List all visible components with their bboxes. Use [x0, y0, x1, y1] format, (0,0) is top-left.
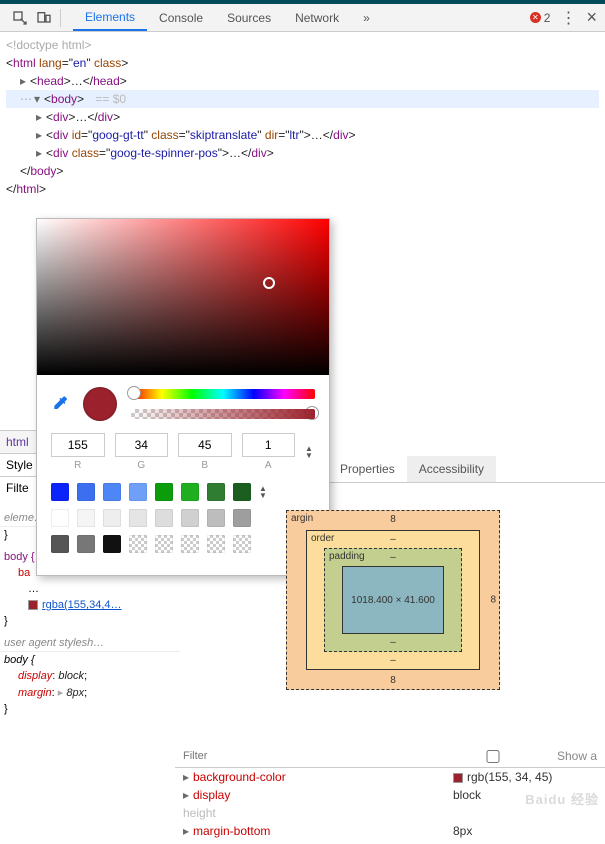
- palette-swatch[interactable]: [181, 483, 199, 501]
- palette-swatch[interactable]: [129, 509, 147, 527]
- html-open[interactable]: <html lang="en" class>: [6, 54, 599, 72]
- rule-ua: user agent stylesh…: [0, 635, 180, 652]
- close-icon[interactable]: ×: [586, 7, 597, 28]
- input-r[interactable]: [51, 433, 105, 457]
- html-close[interactable]: </html>: [6, 180, 599, 198]
- tab-console[interactable]: Console: [147, 4, 215, 31]
- tab-properties[interactable]: Properties: [328, 456, 407, 482]
- format-toggle[interactable]: ▲▼: [305, 445, 315, 459]
- saturation-cursor[interactable]: [263, 277, 275, 289]
- input-b[interactable]: [178, 433, 232, 457]
- palette-swatch[interactable]: [103, 483, 121, 501]
- error-icon: ✕: [530, 12, 541, 23]
- tab-accessibility[interactable]: Accessibility: [407, 456, 496, 482]
- palette-swatch[interactable]: [233, 535, 251, 553]
- palette-swatch[interactable]: [51, 509, 69, 527]
- palette-swatch[interactable]: [181, 509, 199, 527]
- tab-sources[interactable]: Sources: [215, 4, 283, 31]
- content-box[interactable]: 1018.400 × 41.600: [342, 566, 444, 634]
- computed-pane: Show a ▸background-colorrgb(155, 34, 45)…: [175, 745, 605, 840]
- current-color-swatch[interactable]: [83, 387, 117, 421]
- tab-elements[interactable]: Elements: [73, 4, 147, 31]
- palette-swatch[interactable]: [77, 483, 95, 501]
- palette-swatch[interactable]: [129, 483, 147, 501]
- computed-row[interactable]: height: [175, 804, 605, 822]
- alpha-slider[interactable]: [131, 409, 315, 419]
- devtools-tabs: Elements Console Sources Network »: [73, 4, 382, 31]
- palette-swatch[interactable]: [181, 535, 199, 553]
- tab-network[interactable]: Network: [283, 4, 351, 31]
- div-node-1[interactable]: ▸<div>…</div>: [6, 108, 599, 126]
- input-a[interactable]: [242, 433, 296, 457]
- computed-row[interactable]: ▸margin-bottom8px: [175, 822, 605, 840]
- palette-swatch[interactable]: [207, 509, 225, 527]
- rgba-inputs: R G B A ▲▼: [37, 429, 329, 473]
- rule-selector[interactable]: body {: [4, 551, 35, 563]
- doctype[interactable]: <!doctype html>: [6, 36, 599, 54]
- palette-swatch[interactable]: [233, 483, 251, 501]
- palette-swatch[interactable]: [103, 509, 121, 527]
- body-close[interactable]: </body>: [6, 162, 599, 180]
- palette-swatch[interactable]: [103, 535, 121, 553]
- palette-toggle[interactable]: ▲▼: [259, 485, 269, 499]
- tabs-overflow[interactable]: »: [351, 4, 382, 31]
- error-count[interactable]: ✕ 2: [530, 11, 551, 25]
- body-node[interactable]: ⋯▾<body> == $0: [6, 90, 599, 108]
- saturation-field[interactable]: [37, 219, 329, 375]
- input-g[interactable]: [115, 433, 169, 457]
- box-model[interactable]: argin 8 8 8 order – – padding – – 1018.4…: [286, 510, 500, 690]
- palette-swatch[interactable]: [207, 535, 225, 553]
- palette-swatch[interactable]: [155, 535, 173, 553]
- hue-slider[interactable]: [131, 389, 315, 399]
- show-all-checkbox[interactable]: [433, 750, 553, 763]
- palette-swatch[interactable]: [129, 535, 147, 553]
- palette-swatch[interactable]: [77, 509, 95, 527]
- inspect-icon[interactable]: [8, 6, 32, 30]
- eyedropper-icon[interactable]: [51, 394, 69, 415]
- computed-filter[interactable]: [183, 750, 325, 762]
- dom-tree: <!doctype html> <html lang="en" class> ▸…: [0, 32, 605, 202]
- computed-row[interactable]: ▸background-colorrgb(155, 34, 45): [175, 768, 605, 786]
- palette-swatch[interactable]: [51, 535, 69, 553]
- device-toggle-icon[interactable]: [32, 6, 56, 30]
- div-node-2[interactable]: ▸<div id="goog-gt-tt" class="skiptransla…: [6, 126, 599, 144]
- palette-swatch[interactable]: [207, 483, 225, 501]
- color-swatch[interactable]: [28, 600, 38, 610]
- sidebar-tabs: Properties Accessibility: [328, 456, 605, 483]
- menu-icon[interactable]: ⋮: [560, 8, 576, 28]
- palette-swatch[interactable]: [77, 535, 95, 553]
- color-value[interactable]: rgba(155,34,4…: [42, 599, 122, 611]
- devtools-toolbar: Elements Console Sources Network » ✕ 2 ⋮…: [0, 4, 605, 32]
- palette-swatch[interactable]: [233, 509, 251, 527]
- computed-row[interactable]: ▸displayblock: [175, 786, 605, 804]
- head-node[interactable]: ▸<head>…</head>: [6, 72, 599, 90]
- palette-swatch[interactable]: [155, 509, 173, 527]
- div-node-3[interactable]: ▸<div class="goog-te-spinner-pos">…</div…: [6, 144, 599, 162]
- palette-swatch[interactable]: [155, 483, 173, 501]
- palette-swatch[interactable]: [51, 483, 69, 501]
